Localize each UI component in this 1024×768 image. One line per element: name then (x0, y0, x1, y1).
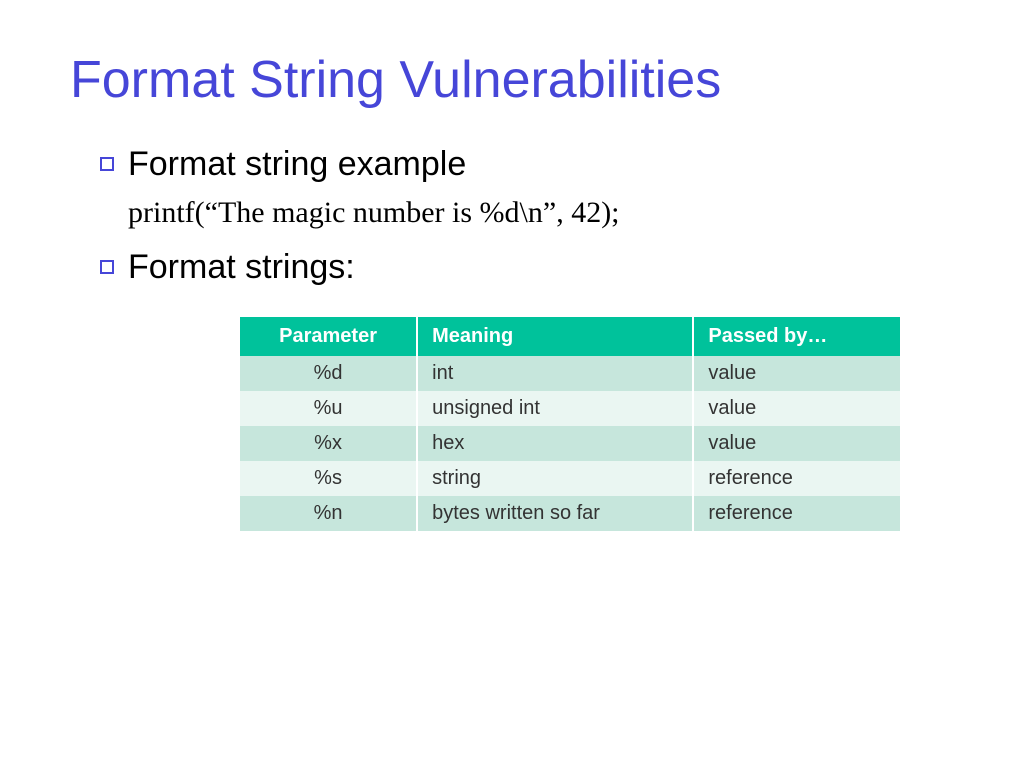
bullet-text: Format strings: (128, 248, 355, 287)
cell-meaning: hex (417, 426, 693, 461)
table-row: %d int value (240, 356, 900, 391)
cell-parameter: %d (240, 356, 417, 391)
table-row: %u unsigned int value (240, 391, 900, 426)
format-strings-table: Parameter Meaning Passed by… %d int valu… (240, 317, 900, 531)
cell-parameter: %s (240, 461, 417, 496)
square-bullet-icon (100, 260, 114, 274)
header-meaning: Meaning (417, 317, 693, 356)
cell-parameter: %n (240, 496, 417, 531)
table-row: %s string reference (240, 461, 900, 496)
cell-meaning: string (417, 461, 693, 496)
cell-meaning: int (417, 356, 693, 391)
header-parameter: Parameter (240, 317, 417, 356)
cell-passed-by: value (693, 391, 900, 426)
square-bullet-icon (100, 157, 114, 171)
table-row: %n bytes written so far reference (240, 496, 900, 531)
code-example: printf(“The magic number is %d\n”, 42); (128, 196, 954, 230)
cell-passed-by: reference (693, 496, 900, 531)
bullet-item: Format string example (100, 145, 954, 184)
cell-parameter: %u (240, 391, 417, 426)
cell-meaning: bytes written so far (417, 496, 693, 531)
table-header-row: Parameter Meaning Passed by… (240, 317, 900, 356)
slide-title: Format String Vulnerabilities (70, 50, 954, 110)
bullet-text: Format string example (128, 145, 466, 184)
header-passed-by: Passed by… (693, 317, 900, 356)
cell-meaning: unsigned int (417, 391, 693, 426)
cell-parameter: %x (240, 426, 417, 461)
table-row: %x hex value (240, 426, 900, 461)
cell-passed-by: value (693, 426, 900, 461)
cell-passed-by: value (693, 356, 900, 391)
cell-passed-by: reference (693, 461, 900, 496)
bullet-item: Format strings: (100, 248, 954, 287)
